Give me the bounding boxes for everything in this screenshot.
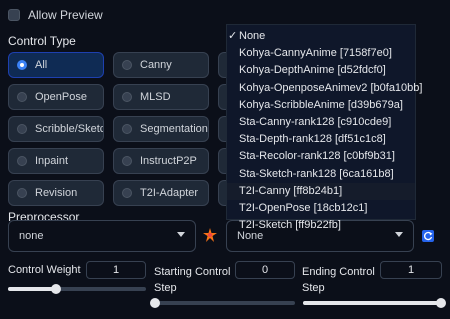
control-type-option[interactable]: Scribble/Sketch [8,116,104,142]
model-option[interactable]: T2I-OpenPose [18cb12c1] [227,200,415,217]
model-option[interactable]: Kohya-ScribbleAnime [d39b679a] [227,97,415,114]
radio-dot [122,188,132,198]
radio-dot [122,92,132,102]
slider-thumb[interactable] [150,298,160,308]
model-dropdown-menu: ✓ None Kohya-CannyAnime [7158f7e0] Kohya-… [226,24,422,231]
radio-dot [17,60,27,70]
control-weight-slider[interactable] [8,284,146,294]
preprocessor-dropdown[interactable]: none [8,220,196,252]
model-option[interactable]: Kohya-CannyAnime [7158f7e0] [227,45,415,62]
ending-step-slider[interactable] [303,298,446,308]
control-type-option[interactable]: OpenPose [8,84,104,110]
slider-fill [8,287,57,291]
allow-preview-checkbox[interactable] [8,9,20,21]
radio-dot [122,124,132,134]
starting-step-input[interactable]: 0 [235,261,295,279]
chevron-down-icon [177,232,185,237]
control-type-option[interactable]: T2I-Adapter [113,180,209,206]
model-option[interactable]: T2I-Canny [ff8b24b1] [227,182,415,200]
ending-step-input[interactable]: 1 [380,261,442,279]
control-type-radio-group: All Canny OpenPose MLSD Scribble/Sketch … [8,52,242,206]
model-option[interactable]: Kohya-DepthAnime [d52fdcf0] [227,62,415,79]
model-option[interactable]: Sta-Recolor-rank128 [c0bf9b31] [227,148,415,165]
control-type-label: Control Type [8,34,76,48]
checkmark-icon: ✓ [228,30,238,42]
radio-dot [122,156,132,166]
control-type-option[interactable]: All [8,52,104,78]
refresh-icon [424,231,433,241]
control-type-option[interactable]: Revision [8,180,104,206]
control-weight-input[interactable]: 1 [86,261,146,279]
radio-dot [17,124,27,134]
control-type-option[interactable]: Segmentation [113,116,209,142]
control-type-option[interactable]: InstructP2P [113,148,209,174]
refresh-models-button[interactable] [422,230,434,242]
model-option[interactable]: Sta-Sketch-rank128 [6ca161b8] [227,166,415,183]
allow-preview-row[interactable]: Allow Preview [8,8,103,22]
control-type-option[interactable]: Canny [113,52,209,78]
radio-dot [17,188,27,198]
control-weight-label: Control Weight [8,264,81,276]
starting-step-label: Starting Control Step [154,266,231,294]
run-preprocessor-icon[interactable] [203,228,217,242]
model-option[interactable]: ✓ None [227,28,415,45]
model-option[interactable]: Kohya-OpenposeAnimev2 [b0fa10bb] [227,80,422,97]
preprocessor-value: none [19,230,44,242]
model-option[interactable]: T2I-Sketch [ff9b22fb] [227,217,415,234]
control-type-option[interactable]: Inpaint [8,148,104,174]
slider-fill [303,301,441,305]
model-option[interactable]: Sta-Canny-rank128 [c910cde9] [227,114,415,131]
starting-step-slider[interactable] [150,298,295,308]
model-option[interactable]: Sta-Depth-rank128 [df51c1c8] [227,131,415,148]
radio-dot [17,156,27,166]
slider-thumb[interactable] [51,284,62,294]
radio-dot [17,92,27,102]
control-type-option[interactable]: MLSD [113,84,209,110]
slider-thumb[interactable] [436,298,446,308]
ending-step-label: Ending Control Step [302,266,375,294]
allow-preview-label: Allow Preview [28,8,103,22]
radio-dot [122,60,132,70]
